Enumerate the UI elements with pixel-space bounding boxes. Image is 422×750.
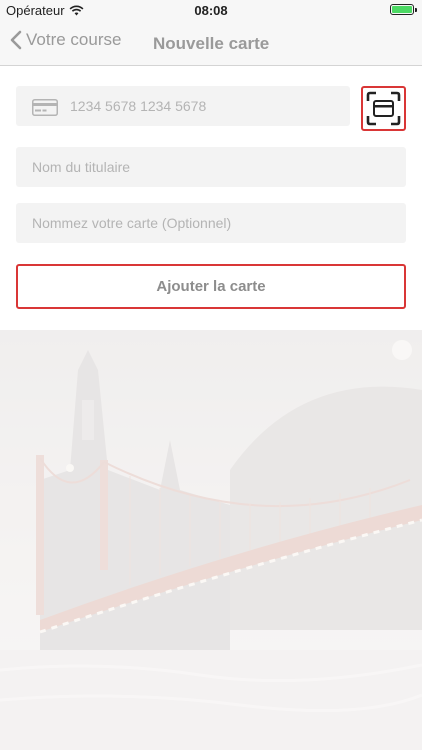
back-button-label: Votre course [26, 30, 122, 49]
status-right [390, 4, 417, 15]
card-number-input[interactable] [16, 86, 350, 126]
scan-card-button[interactable] [361, 86, 406, 131]
chevron-left-icon [10, 30, 22, 50]
card-number-field [16, 86, 350, 126]
page-title: Nouvelle carte [153, 34, 270, 53]
status-bar: Opérateur 08:08 [0, 0, 422, 22]
holder-name-field [16, 147, 406, 187]
holder-name-input[interactable] [16, 147, 406, 187]
card-scan-icon [366, 91, 401, 126]
background-photo [0, 330, 422, 750]
card-nickname-field [16, 203, 406, 243]
battery-icon [390, 4, 417, 15]
navigation-bar: Votre course Nouvelle carte [0, 22, 422, 66]
add-card-button[interactable]: Ajouter la carte [16, 264, 406, 309]
status-time: 08:08 [194, 3, 228, 18]
battery-fill [392, 6, 412, 13]
photo-overlay [0, 330, 422, 750]
add-card-form: Ajouter la carte [0, 66, 422, 330]
card-nickname-input[interactable] [16, 203, 406, 243]
credit-card-icon [32, 99, 58, 116]
back-button[interactable]: Votre course [10, 30, 121, 50]
battery-cap [415, 8, 417, 12]
